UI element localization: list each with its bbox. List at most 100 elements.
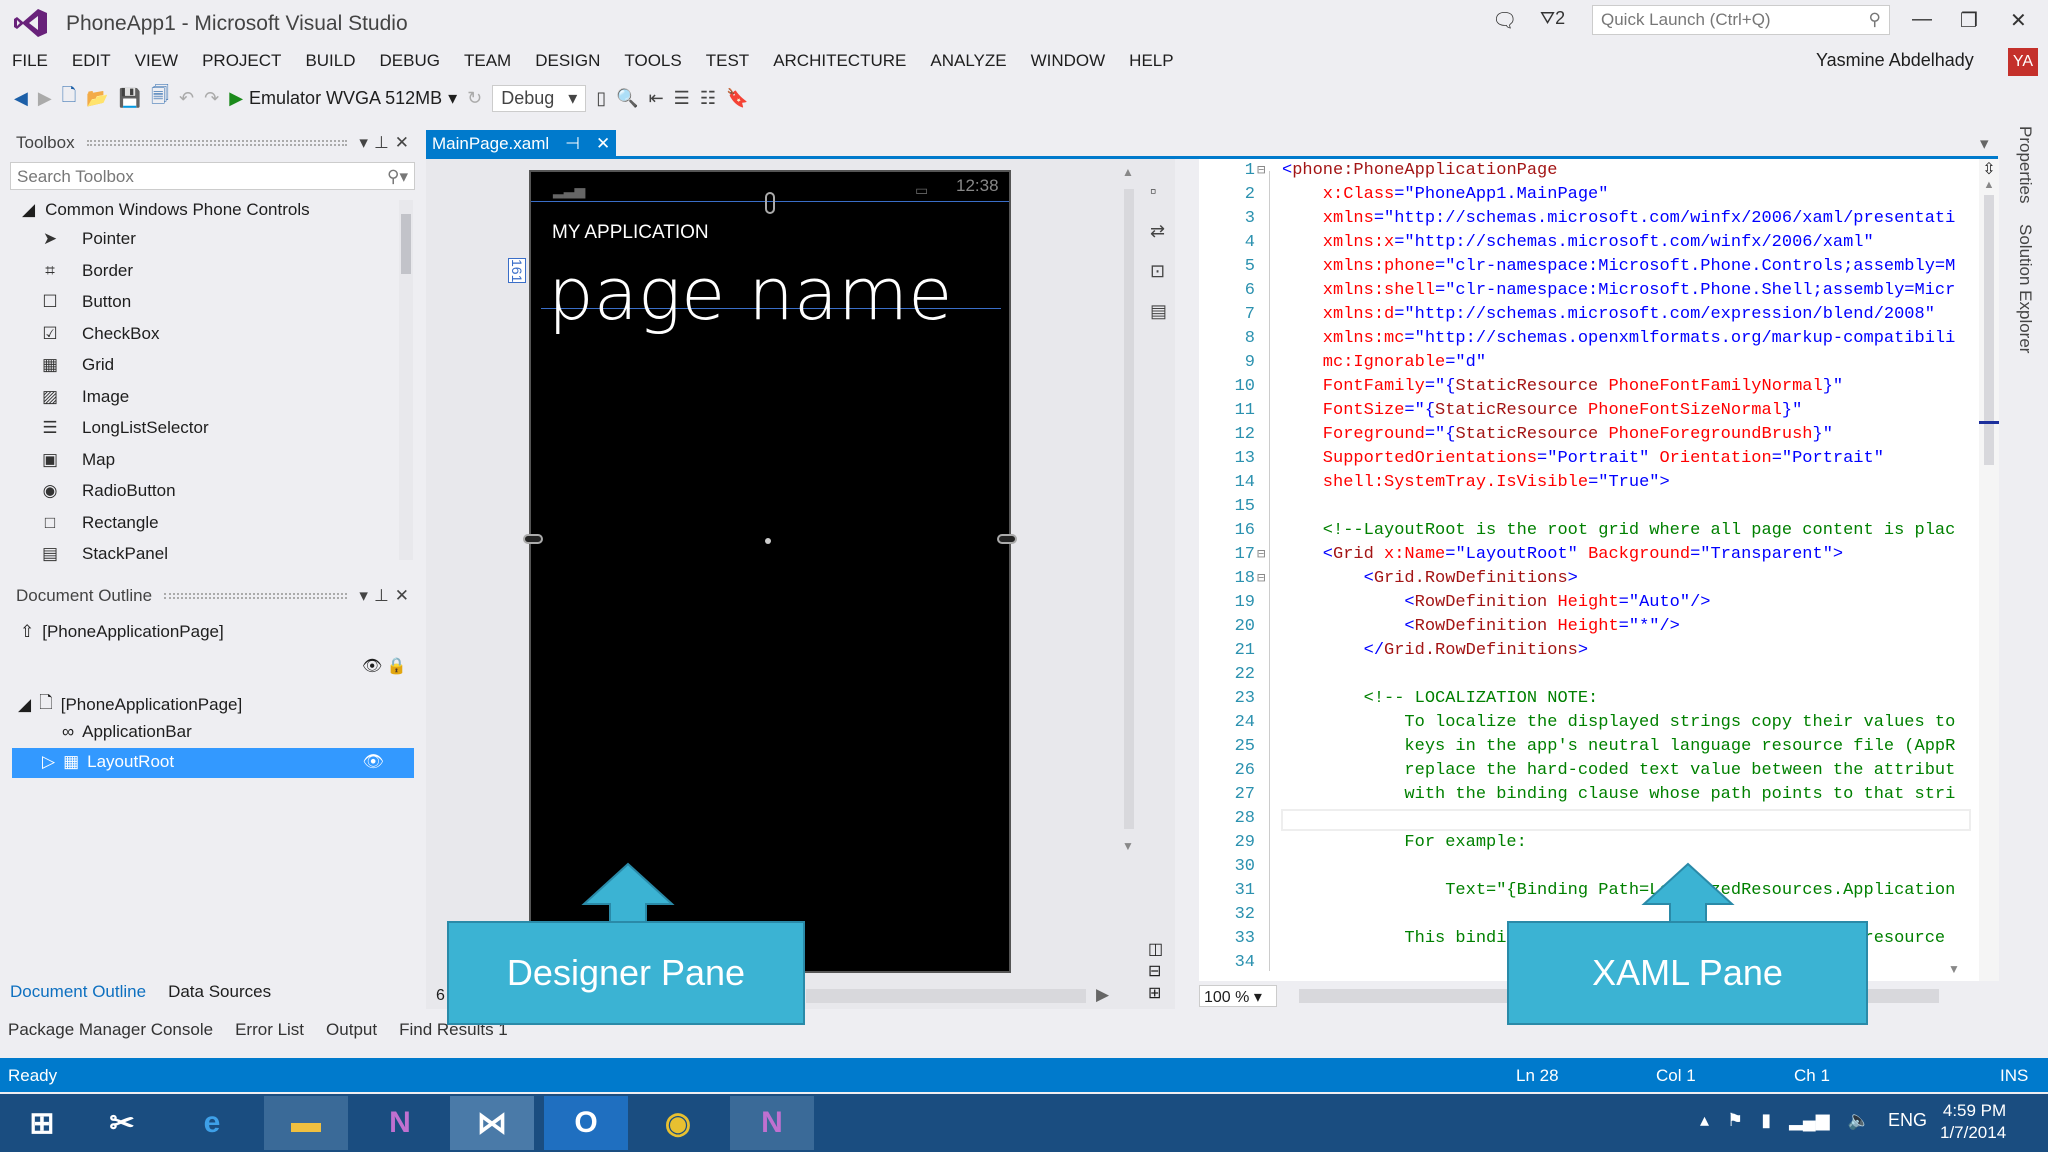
code-line[interactable]: 3 xmlns="http://schemas.microsoft.com/wi… [1199,207,1956,231]
properties-tab[interactable]: Properties [2015,126,2035,203]
menu-project[interactable]: PROJECT [190,48,293,74]
toolbox-item-rectangle[interactable]: □ Rectangle [40,508,159,538]
code-line[interactable]: 6 xmlns:shell="clr-namespace:Microsoft.P… [1199,279,1956,303]
tree-item-layoutroot[interactable]: ▷ ▦ LayoutRoot 👁 [12,748,414,778]
menu-build[interactable]: BUILD [293,48,367,74]
menu-team[interactable]: TEAM [452,48,523,74]
refresh-icon[interactable]: ↻ [467,88,482,109]
editor-vscrollbar[interactable]: ⇳ ▲ [1979,159,1999,981]
run-button[interactable]: ▶ Emulator WVGA 512MB ▾ [229,88,457,109]
taskbar-tools-icon[interactable]: ✂ [80,1096,164,1150]
fold-icon[interactable]: ⊟ [1257,159,1265,183]
code-line[interactable]: 13 SupportedOrientations="Portrait" Orie… [1199,447,1884,471]
xaml-editor[interactable]: 1 <phone:PhoneApplicationPage ⊟ 2 x:Class="… [1199,159,1999,1007]
resize-handle-right[interactable] [997,534,1017,544]
fit-icon[interactable]: ▫ [1150,171,1170,211]
toolbox-item-image[interactable]: ▨ Image [40,382,129,412]
code-line[interactable]: 27 with the binding clause whose path po… [1199,783,1956,807]
code-line[interactable]: 25 keys in the app's neutral language re… [1199,735,1956,759]
code-line[interactable]: 28 [1199,807,1282,831]
menu-design[interactable]: DESIGN [523,48,612,74]
pin-icon[interactable]: ⊥ [374,586,389,606]
tab-dropdown-icon[interactable]: ▾ [1980,134,1989,154]
toolbox-item-longlistselector[interactable]: ☰ LongListSelector [40,413,208,443]
toolbox-item-radiobutton[interactable]: ◉ RadioButton [40,476,176,506]
menu-debug[interactable]: DEBUG [368,48,452,74]
code-line[interactable]: 18 <Grid.RowDefinitions> ⊟ [1199,567,1578,591]
menu-view[interactable]: VIEW [123,48,190,74]
code-line[interactable]: 1 <phone:PhoneApplicationPage ⊟ [1199,159,1558,183]
toolbox-item-checkbox[interactable]: ☑ CheckBox [40,319,159,349]
configuration-select[interactable]: Debug ▾ [492,84,587,112]
menu-analyze[interactable]: ANALYZE [918,48,1018,74]
split-tools[interactable]: ◫ ⊟ ⊞ [1148,939,1163,1005]
code-line[interactable]: 15 [1199,495,1282,519]
toolbox-item-button[interactable]: ☐ Button [40,287,131,317]
toolbox-item-map[interactable]: ▣ Map [40,445,115,475]
device-icon[interactable]: ▯ [596,88,606,109]
taskbar-ie-icon[interactable]: e [170,1096,254,1150]
eye-icon[interactable]: 👁 [362,752,384,772]
tab-mainpage-xaml[interactable]: MainPage.xaml ⊣ ✕ [426,130,616,157]
system-tray[interactable]: ▴ ⚑ ▮ ▂▄▆ 🔈 ENG [1700,1110,1927,1131]
taskbar-chrome-icon[interactable]: ◉ [636,1096,720,1150]
user-name[interactable]: Yasmine Abdelhady [1816,50,1974,71]
tree-item-page[interactable]: ◢ 🗋 [PhoneApplicationPage] [18,690,242,719]
code-line[interactable]: 34 [1199,951,1282,975]
redo-icon[interactable]: ↷ [204,88,219,109]
uncomment-icon[interactable]: ☷ [700,88,716,109]
code-line[interactable]: 10 FontFamily="{StaticResource PhoneFont… [1199,375,1844,399]
toolbox-item-pointer[interactable]: ➤ Pointer [40,224,136,254]
code-line[interactable]: 32 [1199,903,1282,927]
taskbar-visual-studio-icon[interactable]: ⋈ [450,1096,534,1150]
snap-icon[interactable]: ▤ [1150,291,1170,331]
menu-edit[interactable]: EDIT [60,48,123,74]
notifications-button[interactable]: ⛛2 [1540,8,1565,29]
taskbar-outlook-icon[interactable]: O [544,1096,628,1150]
find-in-files-icon[interactable]: 🔍 [616,88,638,109]
toolbox-scrollbar[interactable] [399,200,413,560]
resize-handle-top[interactable] [765,192,775,214]
restore-button[interactable]: ❐ [1960,8,1978,33]
code-line[interactable]: 5 xmlns:phone="clr-namespace:Microsoft.P… [1199,255,1956,279]
code-line[interactable]: 7 xmlns:d="http://schemas.microsoft.com/… [1199,303,1935,327]
code-line[interactable]: 14 shell:SystemTray.IsVisible="True"> [1199,471,1670,495]
code-line[interactable]: 8 xmlns:mc="http://schemas.openxmlformat… [1199,327,1956,351]
tab-package-manager-console[interactable]: Package Manager Console [8,1020,213,1040]
editor-zoom-select[interactable]: 100 % ▾ [1199,985,1277,1007]
pin-icon[interactable]: ⊣ [565,134,580,153]
code-line[interactable]: 29 For example: [1199,831,1527,855]
designer-zoom-left[interactable]: 6 [436,987,445,1005]
swap-icon[interactable]: ⇄ [1150,211,1170,251]
tab-error-list[interactable]: Error List [235,1020,304,1040]
toolbox-item-stackpanel[interactable]: ▤ StackPanel [40,539,168,569]
bookmark-icon[interactable]: 🔖 [726,88,748,109]
resize-handle-left[interactable] [523,534,543,544]
scroll-down-icon[interactable]: ▼ [1948,962,1960,976]
code-line[interactable]: 24 To localize the displayed strings cop… [1199,711,1956,735]
start-button[interactable]: ⊞ [0,1096,84,1150]
menu-test[interactable]: TEST [694,48,761,74]
margin-adorner[interactable]: 161 [508,258,526,284]
scroll-right-icon[interactable]: ▶ [1096,985,1109,1005]
close-icon[interactable]: ✕ [395,586,409,606]
save-all-icon[interactable]: 🗐 [151,83,169,113]
taskbar-onenote2-icon[interactable]: N [730,1096,814,1150]
toolbox-group[interactable]: ◢ Common Windows Phone Controls [22,200,310,220]
save-icon[interactable]: 💾 [119,88,141,109]
menu-file[interactable]: FILE [0,48,60,74]
dropdown-icon[interactable]: ▾ [359,133,368,153]
toolbox-item-border[interactable]: ⌗ Border [40,256,133,286]
avatar[interactable]: YA [2008,48,2038,76]
visibility-icon[interactable]: 👁 🔒 [362,656,407,676]
app-title[interactable]: MY APPLICATION [552,222,709,244]
tab-data-sources[interactable]: Data Sources [168,982,271,1002]
code-line[interactable]: 23 <!-- LOCALIZATION NOTE: [1199,687,1599,711]
designer-tools[interactable]: ▫ ⇄ ⊡ ▤ [1150,171,1170,331]
menu-architecture[interactable]: ARCHITECTURE [761,48,918,74]
fold-icon[interactable]: ⊟ [1257,543,1265,567]
close-button[interactable]: ✕ [2010,8,2027,33]
quick-launch-input[interactable]: Quick Launch (Ctrl+Q) ⚲ [1592,5,1890,35]
toolbox-search-input[interactable]: Search Toolbox ⚲▾ [10,162,415,190]
menu-help[interactable]: HELP [1117,48,1185,74]
